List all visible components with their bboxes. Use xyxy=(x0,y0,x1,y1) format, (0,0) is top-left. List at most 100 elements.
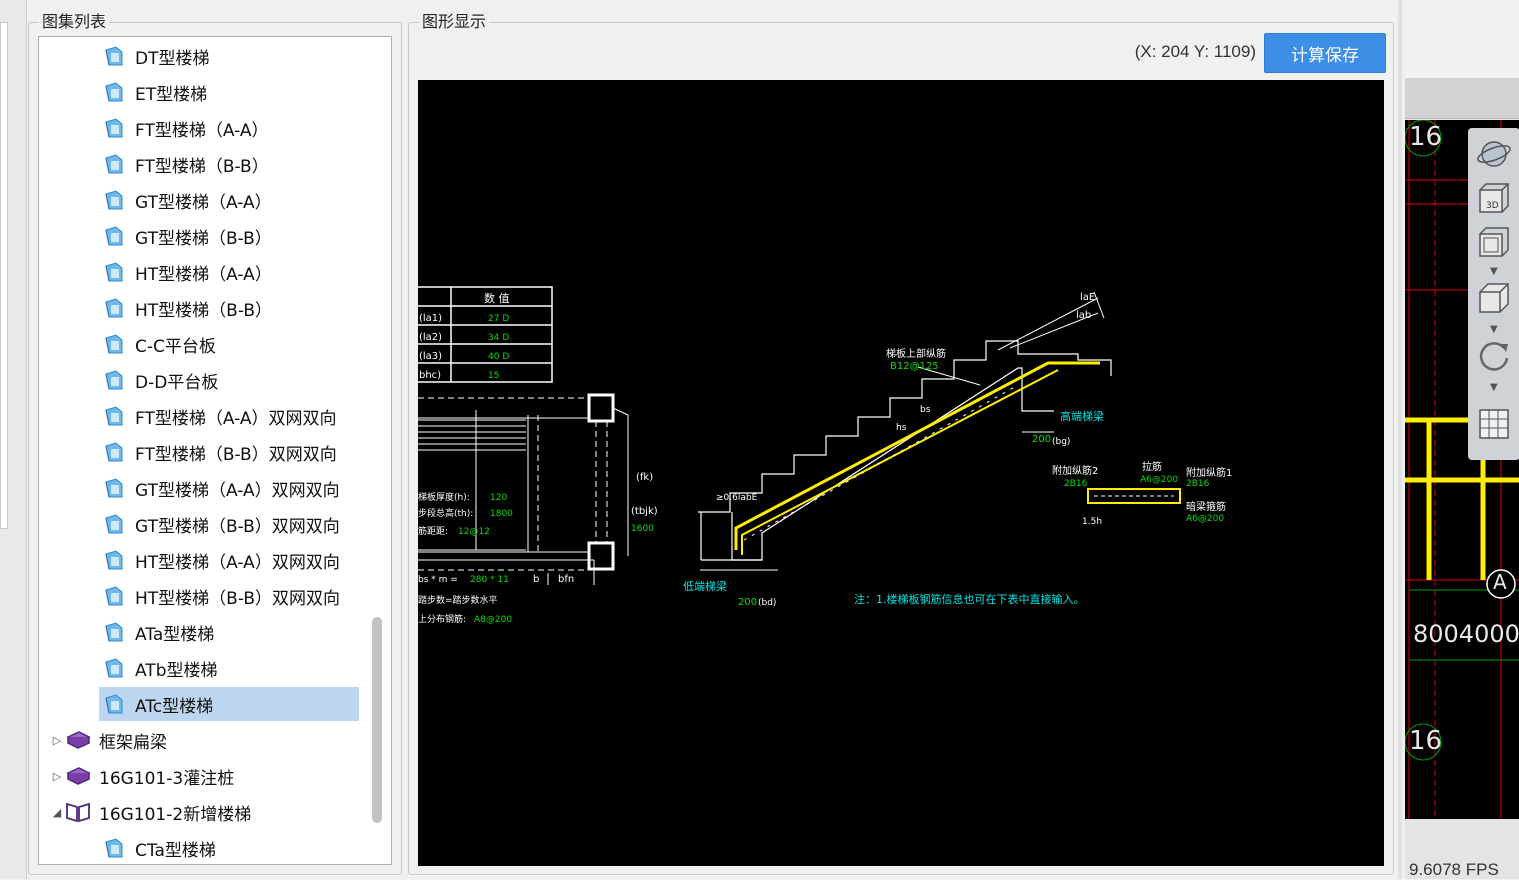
grid-settings-icon[interactable] xyxy=(1476,406,1512,442)
tree-group[interactable]: ▷ 框架扁梁 xyxy=(39,723,359,757)
tree-item[interactable]: GT型楼梯（B-B） xyxy=(39,219,359,253)
tree-item[interactable]: HT型楼梯（B-B） xyxy=(39,291,359,325)
orbit-icon[interactable] xyxy=(1476,136,1512,172)
tree-group-label: 框架扁梁 xyxy=(99,732,167,753)
tree-item[interactable]: HT型楼梯（A-A）双网双向 xyxy=(39,543,359,577)
rotate-icon[interactable] xyxy=(1476,338,1512,374)
table-value: 27 D xyxy=(488,314,509,324)
book-icon xyxy=(66,731,91,749)
tree-group[interactable]: ▷ 16G101-3灌注桩 xyxy=(39,759,359,793)
tree-item[interactable]: DT型楼梯 xyxy=(39,39,359,73)
tree-item[interactable]: FT型楼梯（A-A） xyxy=(39,111,359,145)
document-icon xyxy=(105,622,123,642)
document-icon xyxy=(105,154,123,174)
table-value: 15 xyxy=(488,371,499,381)
tree-item-label: ATc型楼梯 xyxy=(135,696,214,717)
tree-item[interactable]: GT型楼梯（A-A）双网双向 xyxy=(39,471,359,505)
tree-item[interactable]: HT型楼梯（B-B）双网双向 xyxy=(39,579,359,613)
chevron-down-icon[interactable]: ▼ xyxy=(1490,382,1498,393)
tree-item[interactable]: GT型楼梯（B-B）双网双向 xyxy=(39,507,359,541)
tree-item-label: ATa型楼梯 xyxy=(135,624,215,645)
section-label: 梯板上部纵筋 xyxy=(886,347,946,360)
collapse-arrow-icon[interactable]: ◢ xyxy=(49,806,65,819)
section-label: 1.5h xyxy=(1082,517,1102,527)
document-icon xyxy=(105,406,123,426)
plan-label: bfn xyxy=(558,574,574,585)
tree-item-label: HT型楼梯（A-A） xyxy=(135,264,272,285)
document-icon xyxy=(105,118,123,138)
plan-label: bs * m = xyxy=(418,575,458,585)
view-top-icon[interactable] xyxy=(1476,224,1512,260)
tree-item-label: D-D平台板 xyxy=(135,372,219,393)
document-icon xyxy=(105,514,123,534)
document-icon xyxy=(105,82,123,102)
3d-panel-toolbar-band xyxy=(1405,78,1519,119)
cad-canvas[interactable]: 数 值 (la1) 27 D (la2) 34 D (la3) 40 D bhc) 15 xyxy=(418,80,1384,866)
section-value: 2B16 xyxy=(1186,479,1210,489)
chevron-down-icon[interactable]: ▼ xyxy=(1490,266,1498,277)
stair-drawing: 数 值 (la1) 27 D (la2) 34 D (la3) 40 D bhc) 15 xyxy=(418,286,1232,625)
left-dock-strip xyxy=(0,0,27,879)
tree-item[interactable]: HT型楼梯（A-A） xyxy=(39,255,359,289)
plan-label: b xyxy=(533,574,539,585)
document-icon xyxy=(105,46,123,66)
document-icon xyxy=(105,658,123,678)
tree-item[interactable]: FT型楼梯（B-B）双网双向 xyxy=(39,435,359,469)
table-key: (la1) xyxy=(419,313,442,324)
tree-item-label: HT型楼梯（A-A）双网双向 xyxy=(135,552,340,573)
table-value: 34 D xyxy=(488,333,509,343)
tree-group[interactable]: ◢ 16G101-2新增楼梯 xyxy=(39,795,359,829)
tree-item[interactable]: FT型楼梯（A-A）双网双向 xyxy=(39,399,359,433)
tree-item[interactable]: D-D平台板 xyxy=(39,363,359,397)
expand-arrow-icon[interactable]: ▷ xyxy=(49,734,65,747)
tree-item-label: C-C平台板 xyxy=(135,336,216,357)
section-label: 高端梯梁 xyxy=(1060,409,1104,423)
tree-item[interactable]: C-C平台板 xyxy=(39,327,359,361)
tree-item-label: GT型楼梯（B-B） xyxy=(135,228,272,249)
section-label: 拉筋 xyxy=(1142,460,1162,473)
tree-item-label: GT型楼梯（A-A） xyxy=(135,192,272,213)
section-label: hs xyxy=(896,423,907,433)
section-value: 200 xyxy=(738,597,757,608)
chevron-down-icon[interactable]: ▼ xyxy=(1490,324,1498,335)
tree-item[interactable]: ATb型楼梯 xyxy=(39,651,359,685)
tree-item-label: GT型楼梯（A-A）双网双向 xyxy=(135,480,340,501)
section-label: (bg) xyxy=(1052,437,1070,447)
view-3d-icon[interactable]: 3D xyxy=(1476,180,1512,216)
tree-item[interactable]: CTa型楼梯 xyxy=(39,831,359,864)
table-key: (la2) xyxy=(419,332,442,343)
plan-label: 上分布钢筋: xyxy=(418,613,466,625)
plan-label: 梯板厚度(h): xyxy=(418,491,470,503)
tree-item[interactable]: GT型楼梯（A-A） xyxy=(39,183,359,217)
fps-counter: 9.6078 FPS xyxy=(1409,860,1499,879)
table-key: (la3) xyxy=(419,351,442,362)
drawing-note: 注：1.楼梯板钢筋信息也可在下表中直接输入。 xyxy=(854,592,1085,606)
section-label: 附加纵筋2 xyxy=(1052,464,1098,477)
tree-item[interactable]: ATc型楼梯 xyxy=(99,687,359,721)
table-value: 40 D xyxy=(488,352,509,362)
section-value: A6@200 xyxy=(1186,514,1224,524)
plan-value: 280 * 11 xyxy=(470,575,509,585)
atlas-tree[interactable]: DT型楼梯 ET型楼梯 FT型楼梯（A-A） FT型楼梯（B-B） GT型楼梯（A-A）… xyxy=(38,36,392,865)
document-icon xyxy=(105,586,123,606)
tree-item-label: FT型楼梯（A-A） xyxy=(135,120,269,141)
tree-item[interactable]: ATa型楼梯 xyxy=(39,615,359,649)
plan-view xyxy=(418,393,629,585)
atlas-list-title: 图集列表 xyxy=(42,12,107,31)
graphic-display-title: 图形显示 xyxy=(422,12,487,31)
book-icon xyxy=(66,767,91,785)
document-icon xyxy=(105,370,123,390)
tree-item[interactable]: FT型楼梯（B-B） xyxy=(39,147,359,181)
calc-save-button[interactable]: 计算保存 xyxy=(1264,33,1386,73)
document-icon xyxy=(105,262,123,282)
view-iso-icon[interactable] xyxy=(1476,280,1512,316)
document-icon xyxy=(105,694,123,714)
expand-arrow-icon[interactable]: ▷ xyxy=(49,770,65,783)
tree-scrollbar[interactable] xyxy=(372,617,382,823)
tree-item[interactable]: ET型楼梯 xyxy=(39,75,359,109)
document-icon xyxy=(105,838,123,858)
stair-section xyxy=(698,291,1181,571)
tree-item-label: GT型楼梯（B-B）双网双向 xyxy=(135,516,340,537)
document-icon xyxy=(105,298,123,318)
section-label: lab xyxy=(1076,310,1091,321)
